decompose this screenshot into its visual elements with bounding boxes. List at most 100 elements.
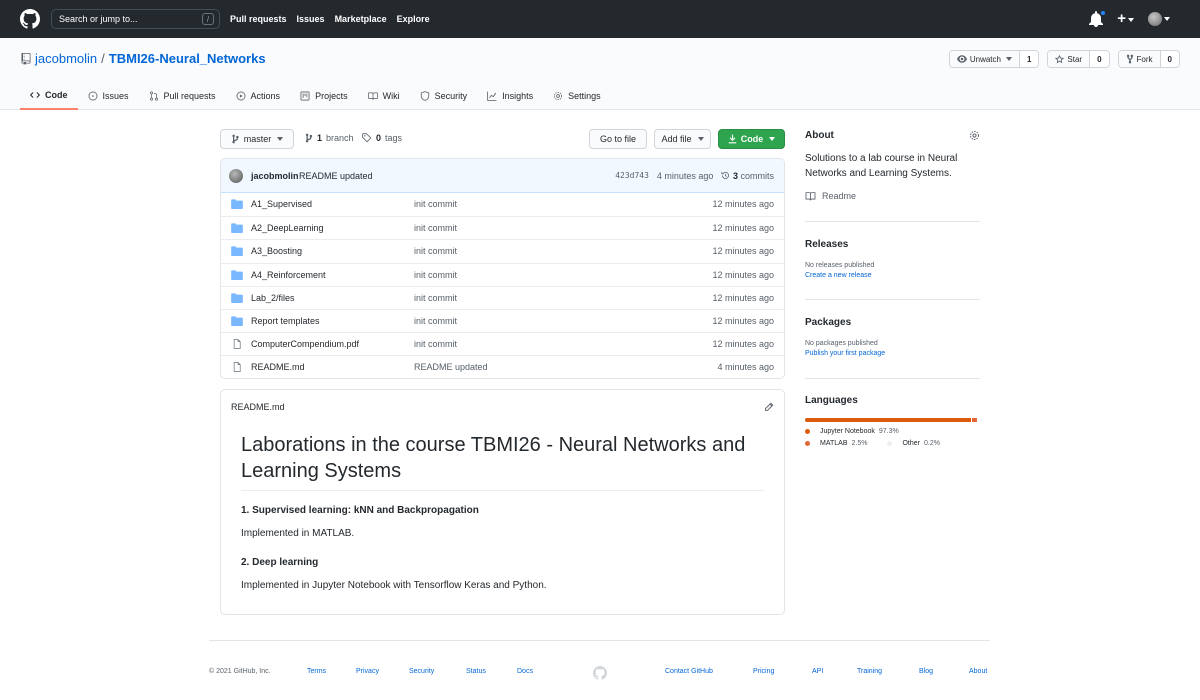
- file-name-link[interactable]: ComputerCompendium.pdf: [251, 339, 359, 349]
- language-other[interactable]: Other 0.2%: [887, 440, 940, 447]
- tab-label: Pull requests: [163, 91, 216, 101]
- footer-link-pricing[interactable]: Pricing: [753, 668, 774, 675]
- readme-link-label: Readme: [822, 191, 857, 201]
- file-commit-message[interactable]: init commit: [414, 293, 457, 303]
- forks-count[interactable]: 0: [1159, 51, 1179, 67]
- code-download-button[interactable]: Code: [718, 129, 785, 149]
- create-new-dropdown[interactable]: +: [1117, 11, 1134, 27]
- notifications-bell-icon[interactable]: [1089, 10, 1107, 27]
- repo-owner-link[interactable]: jacobmolin: [35, 51, 97, 66]
- file-commit-message[interactable]: init commit: [414, 339, 457, 349]
- star-icon: [1055, 54, 1065, 63]
- footer-link-about[interactable]: About: [969, 668, 987, 675]
- tab-pull-requests[interactable]: Pull requests: [139, 82, 226, 110]
- file-commit-message[interactable]: init commit: [414, 270, 457, 280]
- commit-sha[interactable]: 423d743: [615, 171, 649, 181]
- file-name-link[interactable]: README.md: [251, 362, 305, 372]
- language-jupyter[interactable]: Jupyter Notebook 97.3%: [805, 428, 978, 435]
- gear-icon[interactable]: [969, 130, 980, 141]
- tags-link[interactable]: 0 tags: [362, 133, 402, 143]
- commit-author-avatar[interactable]: [229, 169, 243, 183]
- file-name-link[interactable]: A1_Supervised: [251, 199, 312, 209]
- user-menu[interactable]: [1148, 12, 1170, 27]
- watchers-count[interactable]: 1: [1018, 51, 1039, 67]
- github-logo-icon[interactable]: [593, 666, 607, 680]
- branch-name: master: [243, 134, 272, 144]
- readme-link[interactable]: Readme: [805, 191, 980, 201]
- star-button[interactable]: Star: [1048, 51, 1090, 67]
- nav-explore[interactable]: Explore: [397, 14, 430, 24]
- create-release-link[interactable]: Create a new release: [805, 272, 980, 279]
- footer-link-status[interactable]: Status: [466, 668, 486, 675]
- file-row[interactable]: A4_Reinforcement init commit 12 minutes ag…: [221, 262, 784, 286]
- chevron-down-icon: [277, 137, 284, 141]
- footer-link-privacy[interactable]: Privacy: [356, 668, 379, 675]
- branch-select-button[interactable]: master: [220, 129, 294, 149]
- tab-code[interactable]: Code: [20, 82, 78, 110]
- file-row[interactable]: A1_Supervised init commit 12 minutes ago: [221, 193, 784, 216]
- releases-title[interactable]: Releases: [805, 239, 980, 250]
- file-commit-message[interactable]: README updated: [414, 362, 488, 372]
- footer-link-contact[interactable]: Contact GitHub: [665, 668, 713, 675]
- tab-issues[interactable]: Issues: [78, 82, 139, 110]
- language-bar-segment: [805, 418, 972, 422]
- footer-link-api[interactable]: API: [812, 668, 823, 675]
- repo-tabs: Code Issues Pull requests Actions Projec…: [20, 82, 611, 110]
- nav-pull-requests[interactable]: Pull requests: [230, 14, 287, 24]
- file-commit-message[interactable]: init commit: [414, 246, 457, 256]
- packages-title[interactable]: Packages: [805, 317, 980, 328]
- packages-section: Packages No packages published Publish y…: [805, 317, 980, 379]
- file-row[interactable]: ComputerCompendium.pdf init commit 12 minu…: [221, 332, 784, 355]
- file-commit-message[interactable]: init commit: [414, 316, 457, 326]
- add-file-button[interactable]: Add file: [654, 129, 711, 149]
- repo-name-link[interactable]: TBMI26-Neural_Networks: [109, 51, 266, 66]
- file-row[interactable]: Lab_2/files init commit 12 minutes ago: [221, 285, 784, 309]
- file-name-link[interactable]: A3_Boosting: [251, 246, 302, 256]
- language-matlab[interactable]: MATLAB 2.5%: [805, 440, 867, 447]
- readme-filename[interactable]: README.md: [231, 402, 285, 412]
- file-name-link[interactable]: Report templates: [251, 316, 320, 326]
- unread-indicator: [1100, 10, 1107, 16]
- file-row[interactable]: A3_Boosting init commit 12 minutes ago: [221, 239, 784, 262]
- header-actions: +: [1089, 10, 1170, 27]
- footer-link-training[interactable]: Training: [857, 668, 882, 675]
- unwatch-button[interactable]: Unwatch: [949, 51, 1019, 67]
- branches-link[interactable]: 1 branch: [305, 133, 354, 143]
- publish-package-link[interactable]: Publish your first package: [805, 350, 980, 357]
- divider: [805, 299, 980, 300]
- pencil-icon[interactable]: [764, 402, 774, 412]
- file-row[interactable]: README.md README updated 4 minutes ago: [221, 355, 784, 378]
- tab-projects[interactable]: Projects: [290, 82, 358, 110]
- file-commit-message[interactable]: init commit: [414, 223, 457, 233]
- commit-author[interactable]: jacobmolin: [251, 171, 299, 181]
- commit-message[interactable]: README updated: [299, 171, 373, 181]
- footer-link-terms[interactable]: Terms: [307, 668, 326, 675]
- branch-count: 1: [317, 133, 323, 143]
- footer-link-docs[interactable]: Docs: [517, 668, 533, 675]
- file-name-link[interactable]: A2_DeepLearning: [251, 223, 324, 233]
- file-name-link[interactable]: A4_Reinforcement: [251, 270, 326, 280]
- search-input[interactable]: Search or jump to... /: [51, 9, 220, 29]
- footer-link-security[interactable]: Security: [409, 668, 434, 675]
- file-row[interactable]: Report templates init commit 12 minutes ag…: [221, 308, 784, 332]
- stars-count[interactable]: 0: [1089, 51, 1109, 67]
- tab-label: Wiki: [382, 91, 400, 101]
- github-logo-icon[interactable]: [20, 9, 40, 29]
- nav-marketplace[interactable]: Marketplace: [335, 14, 387, 24]
- tab-actions[interactable]: Actions: [226, 82, 291, 110]
- file-row[interactable]: A2_DeepLearning init commit 12 minutes ago: [221, 216, 784, 239]
- file-commit-message[interactable]: init commit: [414, 199, 457, 209]
- go-to-file-button[interactable]: Go to file: [589, 129, 647, 149]
- tab-insights[interactable]: Insights: [477, 82, 543, 110]
- fork-button[interactable]: Fork: [1118, 51, 1160, 67]
- tab-security[interactable]: Security: [410, 82, 478, 110]
- file-navigation: master 1 branch 0 tags Go to file Add fi…: [220, 129, 785, 149]
- tab-settings[interactable]: Settings: [543, 82, 611, 110]
- chevron-down-icon: [697, 137, 704, 141]
- tab-wiki[interactable]: Wiki: [358, 82, 410, 110]
- file-name-link[interactable]: Lab_2/files: [251, 293, 295, 303]
- footer-link-blog[interactable]: Blog: [919, 668, 933, 675]
- readme-header: README.md: [221, 390, 784, 422]
- nav-issues[interactable]: Issues: [297, 14, 325, 24]
- commits-link[interactable]: 3 commits: [721, 171, 774, 181]
